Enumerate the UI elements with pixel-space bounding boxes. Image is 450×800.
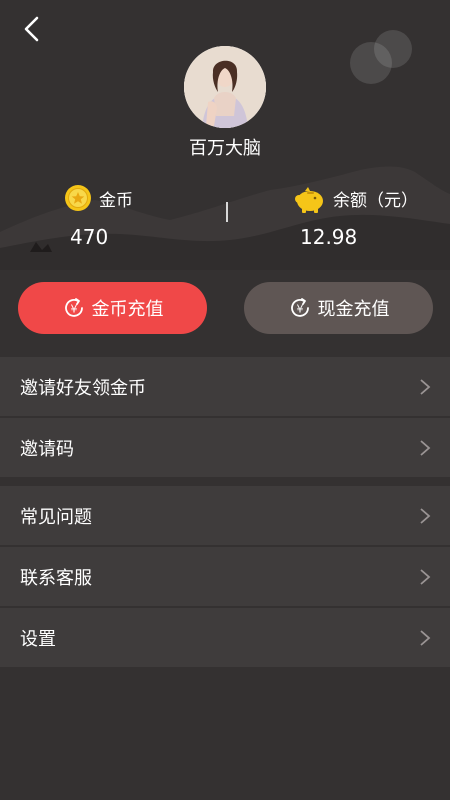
balance-label: 余额（元） — [333, 191, 418, 211]
menu-item-label: 邀请好友领金币 — [20, 377, 146, 399]
coins-value: 470 — [70, 225, 109, 249]
chevron-right-icon — [420, 439, 431, 456]
chevron-right-icon — [420, 378, 431, 395]
back-button[interactable] — [14, 12, 48, 46]
menu-item-label: 常见问题 — [20, 506, 92, 528]
coin-recharge-button[interactable]: ¥ 金币充值 — [18, 282, 207, 334]
chevron-right-icon — [420, 568, 431, 585]
profile-header: 百万大脑 金币 470 余额（元） 12.98 — [0, 0, 450, 270]
nickname: 百万大脑 — [189, 138, 261, 159]
coin-recharge-label: 金币充值 — [91, 299, 164, 320]
menu-item-contact-support[interactable]: 联系客服 — [0, 547, 450, 606]
gold-coin-icon — [65, 185, 91, 211]
coins-label: 金币 — [99, 191, 133, 211]
menu-group-invite: 邀请好友领金币 邀请码 — [0, 357, 450, 479]
menu-item-label: 设置 — [20, 628, 56, 650]
menu-item-label: 邀请码 — [20, 438, 74, 460]
chevron-right-icon — [420, 629, 431, 646]
svg-text:¥: ¥ — [296, 303, 303, 316]
menu-item-invite-code[interactable]: 邀请码 — [0, 418, 450, 477]
cash-recharge-label: 现金充值 — [317, 299, 390, 320]
stats-divider — [226, 202, 228, 222]
decorative-bubble — [374, 30, 412, 68]
menu-item-settings[interactable]: 设置 — [0, 608, 450, 667]
cash-recharge-button[interactable]: ¥ 现金充值 — [244, 282, 433, 334]
yen-refresh-icon: ¥ — [64, 298, 83, 317]
piggy-bank-icon — [295, 187, 323, 213]
menu-item-invite-friends[interactable]: 邀请好友领金币 — [0, 357, 450, 416]
mountain-background — [0, 166, 450, 270]
menu-item-faq[interactable]: 常见问题 — [0, 486, 450, 545]
avatar-image — [184, 46, 266, 128]
menu-item-label: 联系客服 — [20, 567, 92, 589]
yen-refresh-icon: ¥ — [290, 298, 309, 317]
avatar[interactable] — [184, 46, 266, 128]
svg-text:¥: ¥ — [70, 303, 77, 316]
menu-group-support: 常见问题 联系客服 设置 — [0, 486, 450, 669]
chevron-left-icon — [24, 16, 39, 42]
balance-value: 12.98 — [300, 225, 358, 249]
chevron-right-icon — [420, 507, 431, 524]
